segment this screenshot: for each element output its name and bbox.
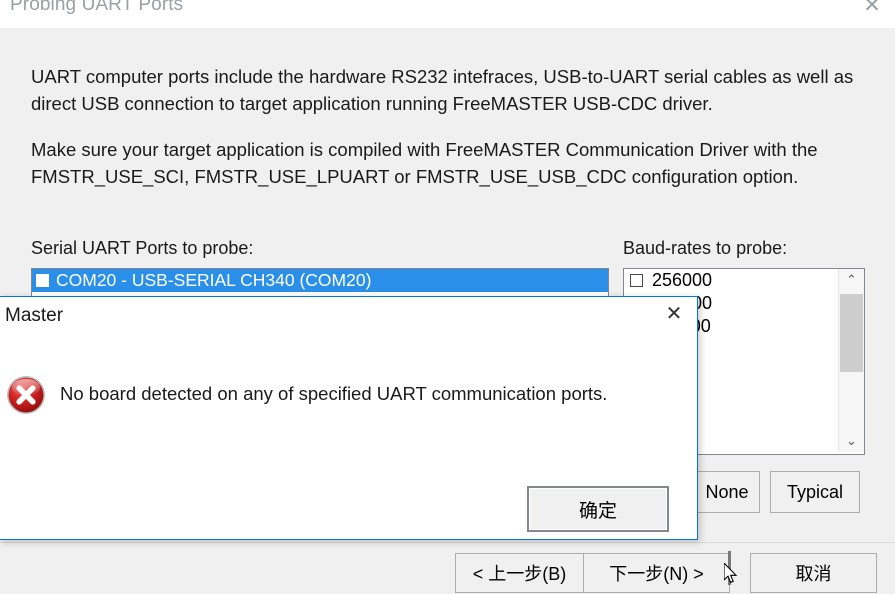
intro-paragraph-2: Make sure your target application is com… — [31, 139, 818, 187]
page-title: Probing UART Ports — [10, 0, 184, 15]
cancel-button[interactable]: 取消 — [750, 553, 877, 593]
error-icon — [7, 376, 45, 414]
dialog-title-bar: Master ✕ — [0, 297, 697, 337]
dialog-title: Master — [5, 305, 64, 326]
close-icon[interactable]: ✕ — [849, 0, 895, 22]
window-title-bar: Probing UART Ports ✕ — [0, 0, 895, 28]
list-item[interactable]: COM20 - USB-SERIAL CH340 (COM20) — [32, 269, 608, 292]
none-button[interactable]: None — [694, 471, 760, 513]
close-icon[interactable]: ✕ — [651, 297, 697, 331]
baud-checkbox[interactable] — [630, 274, 643, 287]
list-item-label: COM20 - USB-SERIAL CH340 (COM20) — [56, 270, 372, 290]
chevron-up-icon[interactable]: ⌃ — [839, 269, 864, 291]
dialog-body: No board detected on any of specified UA… — [0, 337, 697, 487]
chevron-down-icon[interactable]: ⌄ — [839, 430, 864, 452]
dialog-footer: 确定 — [0, 481, 697, 539]
list-item-label: 256000 — [652, 270, 713, 290]
scrollbar-thumb[interactable] — [840, 294, 863, 372]
ok-button[interactable]: 确定 — [527, 486, 669, 532]
typical-button[interactable]: Typical — [770, 471, 860, 513]
port-checkbox[interactable] — [36, 274, 49, 287]
back-button[interactable]: < 上一步(B) — [455, 553, 584, 593]
list-item[interactable]: 256000 — [624, 269, 837, 292]
text-caret — [728, 551, 731, 585]
serial-ports-label: Serial UART Ports to probe: — [31, 238, 254, 258]
intro-paragraph-1: UART computer ports include the hardware… — [31, 66, 854, 114]
next-button[interactable]: 下一步(N) > — [583, 553, 730, 593]
baud-rates-label: Baud-rates to probe: — [623, 238, 788, 258]
scrollbar[interactable]: ⌃ ⌄ — [838, 269, 864, 452]
dialog-message: No board detected on any of specified UA… — [60, 383, 608, 404]
error-dialog: Master ✕ No board detected on any of spe… — [0, 296, 698, 540]
